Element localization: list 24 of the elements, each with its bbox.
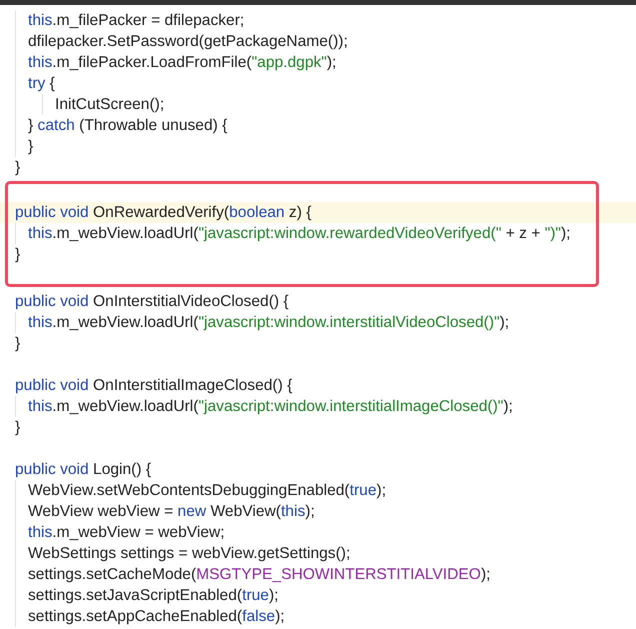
- code-line: }: [14, 334, 22, 354]
- code-line: public void Login() {: [14, 460, 152, 480]
- code-line: this.m_webView.loadUrl("javascript:window.rewardedVideoVerifyed(" + z + ")");: [27, 224, 572, 244]
- code-line: dfilepacker.SetPassword(getPackageName());: [27, 32, 349, 52]
- code-line: }: [14, 158, 22, 178]
- code-line: WebView.setWebContentsDebuggingEnabled(true);: [27, 481, 388, 501]
- code-line: this.m_webView.loadUrl("javascript:window.interstitialImageClosed()");: [27, 397, 514, 417]
- code-line: }: [14, 418, 22, 438]
- code-line: WebSettings settings = webView.getSettings();: [27, 544, 352, 564]
- code-line: this.m_webView = webView;: [27, 523, 226, 543]
- code-line: }: [27, 137, 34, 157]
- code-line: this.m_filePacker.LoadFromFile("app.dgpk");: [27, 53, 338, 73]
- code-line: public void OnInterstitialImageClosed() {: [14, 376, 294, 396]
- code-line: settings.setCacheMode(MSGTYPE_SHOWINTERSTITIALVIDEO);: [27, 565, 492, 585]
- code-line: this.m_webView.loadUrl("javascript:window.interstitialVideoClosed()");: [27, 313, 510, 333]
- code-line: WebView webView = new WebView(this);: [27, 502, 316, 522]
- code-line: InitCutScreen();: [54, 95, 166, 115]
- code-line: }: [14, 245, 22, 265]
- code-line: public void OnInterstitialVideoClosed() {: [14, 292, 290, 312]
- code-line: settings.setJavaScriptEnabled(true);: [27, 586, 280, 606]
- code-line: try {: [27, 74, 56, 94]
- code-line: this.m_filePacker = dfilepacker;: [27, 11, 246, 31]
- code-line: settings.setAppCacheEnabled(false);: [27, 607, 286, 627]
- code-line: } catch (Throwable unused) {: [27, 116, 228, 136]
